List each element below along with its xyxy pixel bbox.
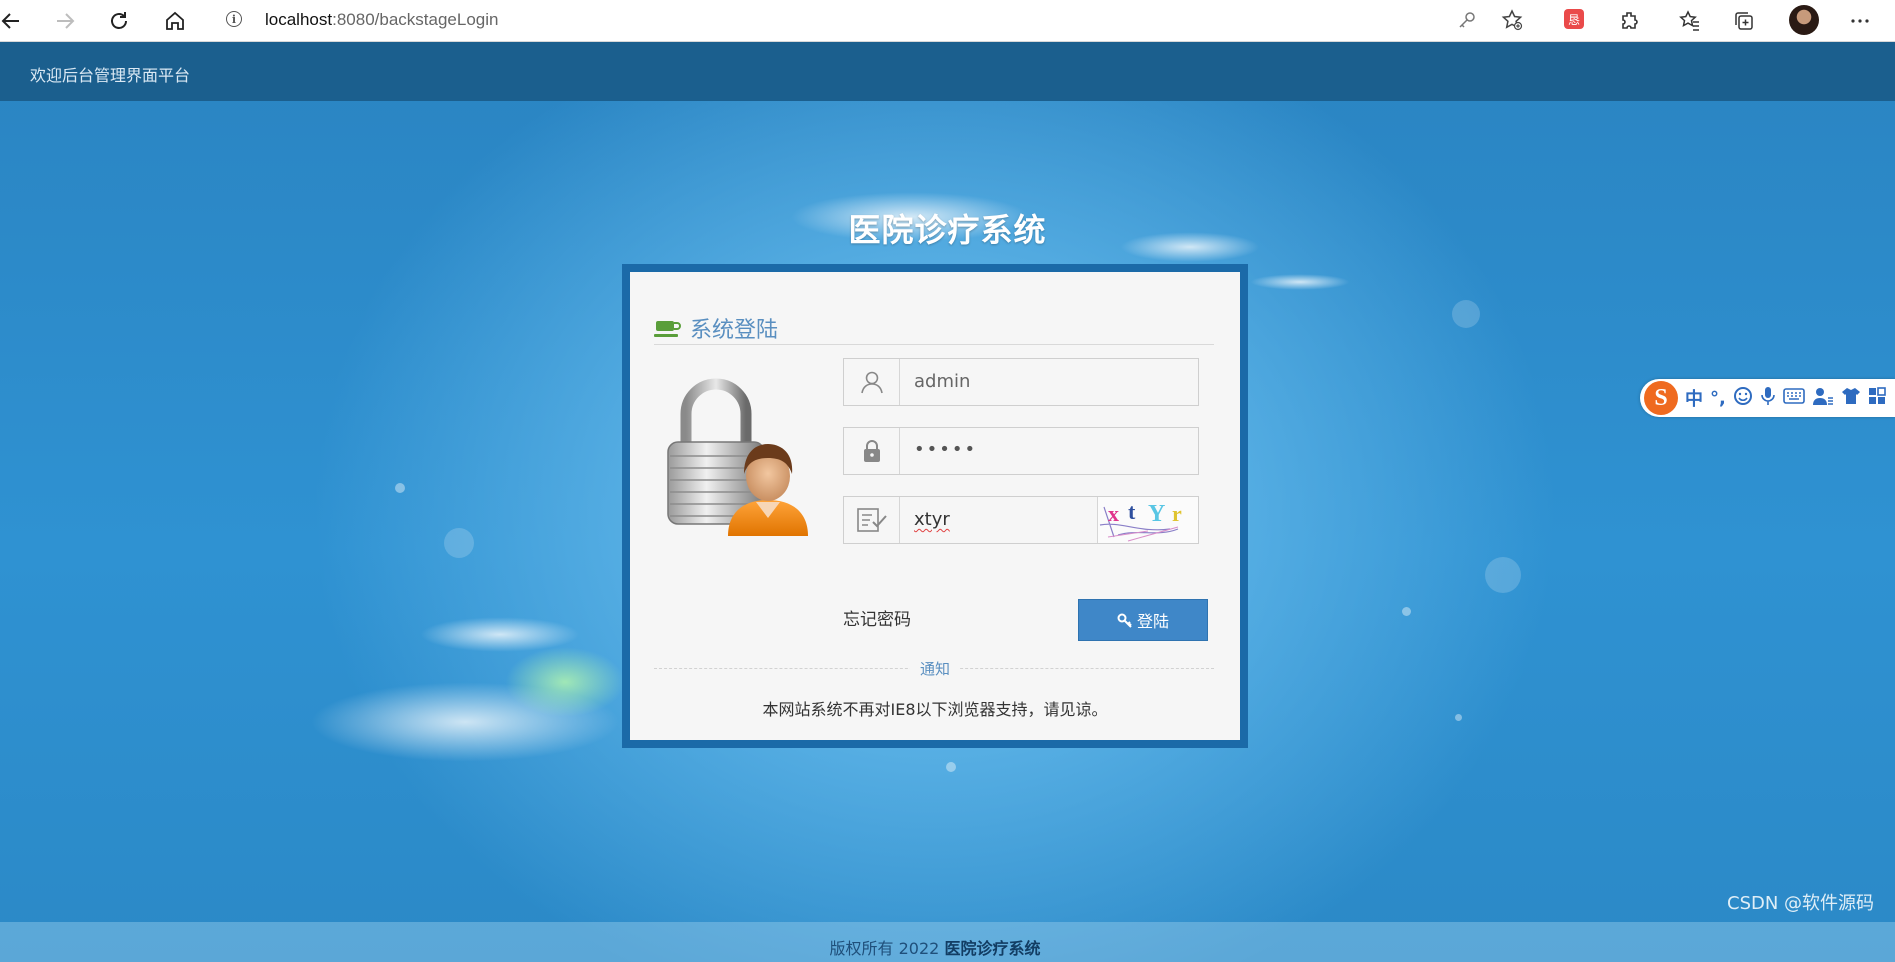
footer: 版权所有 2022 医院诊疗系统: [0, 922, 1895, 962]
notice-label: 通知: [630, 658, 1240, 679]
login-header: 系统登陆: [654, 310, 1214, 345]
notice-text: 本网站系统不再对IE8以下浏览器支持，请见谅。: [762, 700, 1108, 719]
toolbox-grid-icon[interactable]: [1868, 387, 1886, 409]
forgot-password-link[interactable]: 忘记密码: [843, 605, 911, 630]
login-button[interactable]: 登陆: [1078, 599, 1208, 641]
forward-icon[interactable]: [48, 4, 82, 38]
bubble-decoration: [946, 762, 956, 772]
svg-text:Y: Y: [1148, 501, 1165, 527]
padlock-icon: [844, 428, 900, 474]
password-value[interactable]: •••••: [914, 439, 977, 460]
login-title: 系统登陆: [690, 318, 779, 343]
microphone-icon[interactable]: [1760, 386, 1776, 410]
bubble-decoration: [395, 483, 405, 493]
keyboard-icon[interactable]: [1783, 388, 1805, 408]
system-title: 医院诊疗系统: [848, 211, 1047, 249]
key-icon[interactable]: [1450, 3, 1484, 37]
bubble-decoration: [1485, 557, 1521, 593]
coffee-cup-icon: [654, 321, 681, 337]
favorites-icon[interactable]: [1673, 4, 1707, 38]
bubble-decoration: [1402, 607, 1411, 616]
svg-text:t: t: [1128, 499, 1136, 524]
copyright-text: 版权所有 2022 医院诊疗系统: [829, 939, 1041, 958]
sogou-logo-icon[interactable]: S: [1644, 381, 1678, 415]
user-tools-icon[interactable]: [1812, 386, 1834, 410]
login-page: 欢迎后台管理界面平台 医院诊疗系统 系统登陆 admin ••••• xtyr …: [0, 42, 1895, 962]
captcha-field[interactable]: xtyr x t Y r: [843, 496, 1199, 544]
login-panel-body: 系统登陆 admin ••••• xtyr x t Y r 忘记密码 登陆 通知…: [630, 272, 1240, 740]
svg-text:r: r: [1172, 501, 1182, 526]
key-icon: [1117, 613, 1132, 628]
collections-icon[interactable]: [1727, 4, 1761, 38]
ime-mode-toggle[interactable]: 中: [1685, 385, 1703, 411]
login-panel: 系统登陆 admin ••••• xtyr x t Y r 忘记密码 登陆 通知…: [622, 264, 1248, 748]
address-bar[interactable]: i localhost:8080/backstageLogin: [210, 3, 1535, 37]
add-favorite-icon[interactable]: [1495, 3, 1529, 37]
username-value[interactable]: admin: [914, 371, 970, 392]
back-icon[interactable]: [0, 4, 28, 38]
captcha-image[interactable]: x t Y r: [1097, 497, 1198, 543]
lock-user-icon: [667, 378, 808, 536]
svg-text:x: x: [1108, 501, 1119, 526]
glow-decoration: [505, 647, 625, 717]
browser-toolbar: i localhost:8080/backstageLogin 恳: [0, 0, 1895, 42]
csdn-watermark: CSDN @软件源码: [1727, 893, 1875, 914]
bubble-decoration: [1452, 300, 1480, 328]
bubble-decoration: [1455, 714, 1462, 721]
ime-toolbar[interactable]: S 中 °,: [1640, 379, 1895, 417]
user-icon: [844, 359, 900, 405]
username-field[interactable]: admin: [843, 358, 1199, 406]
refresh-icon[interactable]: [102, 4, 136, 38]
cloud-decoration: [1250, 274, 1350, 290]
site-info-icon[interactable]: i: [226, 11, 242, 27]
profile-avatar[interactable]: [1789, 5, 1819, 35]
captcha-input-value[interactable]: xtyr: [914, 509, 950, 530]
extension-icon-red[interactable]: 恳: [1564, 9, 1584, 29]
emoji-icon[interactable]: [1733, 386, 1753, 410]
more-menu-icon[interactable]: [1843, 4, 1877, 38]
bubble-decoration: [444, 528, 474, 558]
extensions-icon[interactable]: [1613, 4, 1647, 38]
login-button-label: 登陆: [1136, 612, 1169, 631]
welcome-text: 欢迎后台管理界面平台: [30, 66, 191, 85]
skin-shirt-icon[interactable]: [1841, 387, 1861, 409]
password-field[interactable]: •••••: [843, 427, 1199, 475]
verify-code-icon: [844, 497, 900, 543]
url-text[interactable]: localhost:8080/backstageLogin: [265, 10, 498, 30]
top-header-bar: 欢迎后台管理界面平台: [0, 42, 1895, 101]
home-icon[interactable]: [158, 4, 192, 38]
ime-punctuation-toggle[interactable]: °,: [1710, 388, 1726, 409]
